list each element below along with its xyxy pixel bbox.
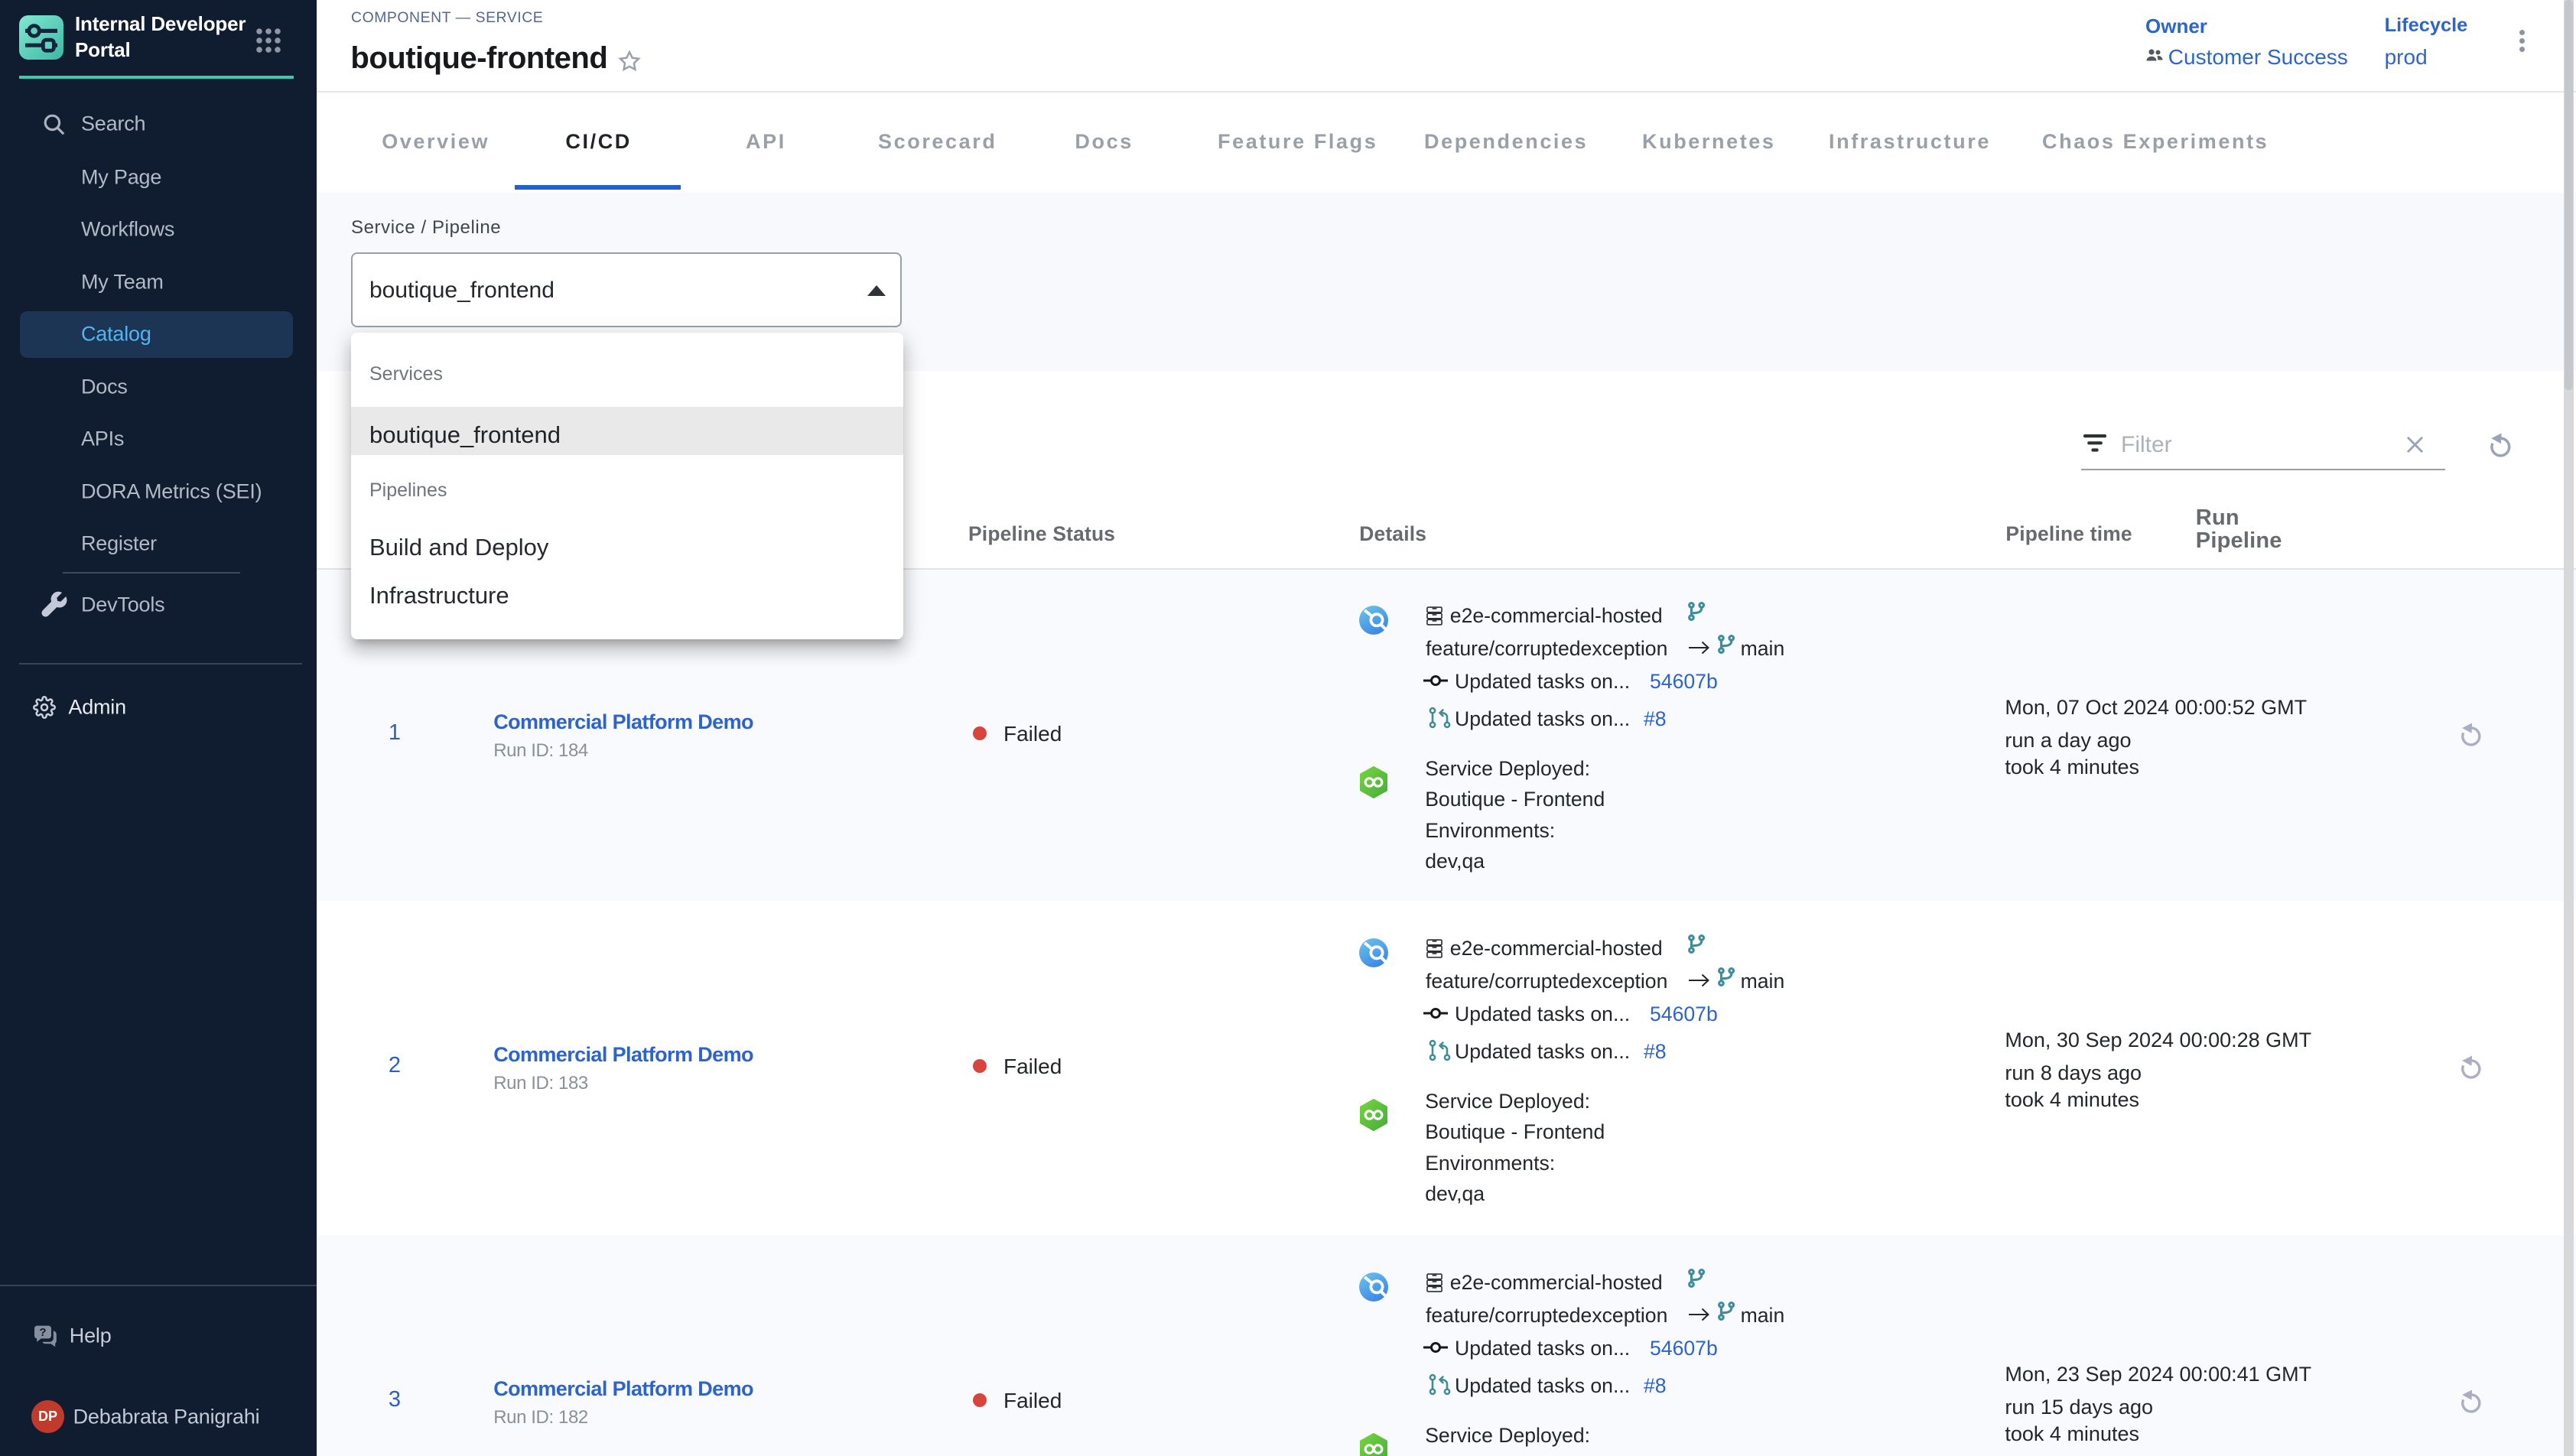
svg-text:?: ? [39,1326,46,1339]
